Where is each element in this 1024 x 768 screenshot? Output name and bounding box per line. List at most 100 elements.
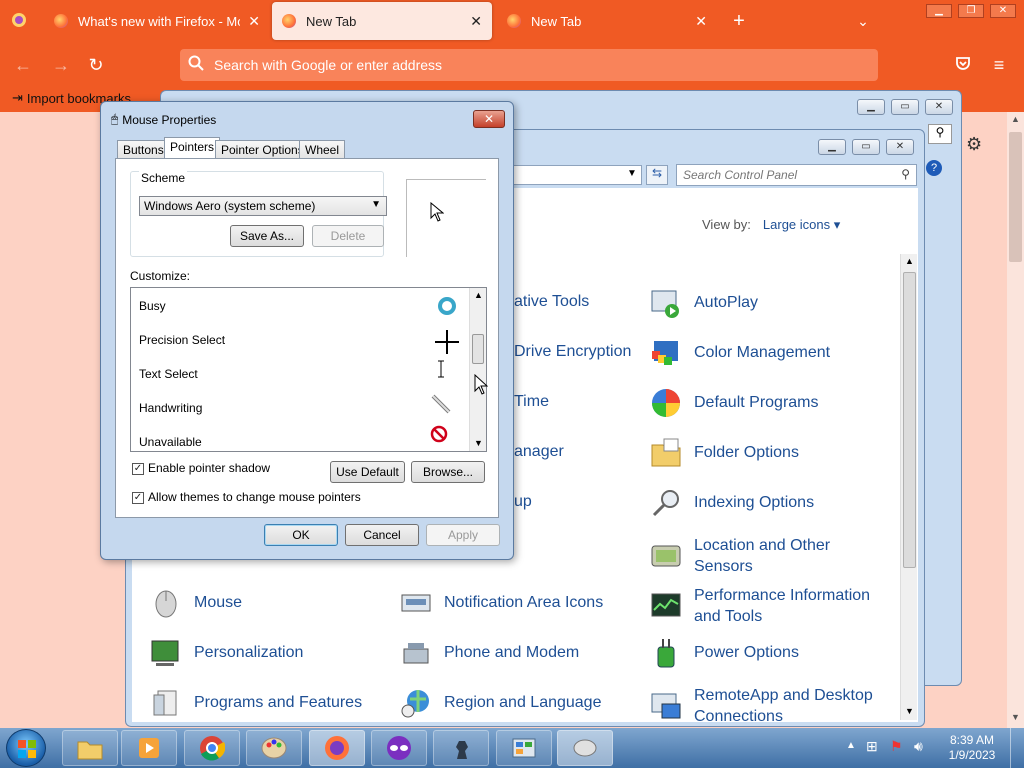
list-item[interactable]: Precision Select: [139, 333, 225, 347]
close-tab-icon[interactable]: ✕: [470, 13, 482, 30]
cp-item-homegroup[interactable]: up: [514, 493, 532, 511]
settings-gear-icon[interactable]: ⚙: [966, 134, 982, 155]
list-item[interactable]: Handwriting: [139, 401, 202, 415]
maximize-button[interactable]: ▭: [891, 99, 919, 115]
tab-buttons[interactable]: Buttons: [117, 140, 170, 158]
cp-item-autoplay[interactable]: AutoPlay: [650, 287, 758, 319]
enable-shadow-checkbox[interactable]: ✓: [132, 463, 144, 475]
cp-item-default-programs[interactable]: Default Programs: [650, 387, 819, 419]
close-tab-icon[interactable]: ✕: [248, 13, 260, 30]
scroll-up-icon[interactable]: ▲: [1011, 114, 1020, 124]
apply-button[interactable]: Apply: [426, 524, 500, 546]
cp-item-power-options[interactable]: Power Options: [650, 637, 799, 669]
cp-item-color-management[interactable]: Color Management: [650, 337, 830, 369]
cp-item-bitlocker[interactable]: Drive Encryption: [514, 343, 631, 361]
use-default-button[interactable]: Use Default: [330, 461, 405, 483]
taskbar-private-browsing[interactable]: [371, 730, 427, 766]
taskbar-chess[interactable]: [433, 730, 489, 766]
cp-item-region-and-language[interactable]: Region and Language: [400, 687, 601, 719]
close-button[interactable]: ✕: [886, 139, 914, 155]
list-item[interactable]: Unavailable: [139, 435, 202, 449]
browse-button[interactable]: Browse...: [411, 461, 485, 483]
cp-item-performance[interactable]: Performance Information and Tools: [650, 585, 884, 627]
help-icon[interactable]: ?: [926, 160, 942, 176]
tab-wheel[interactable]: Wheel: [299, 140, 346, 158]
cp-item-notification-area-icons[interactable]: Notification Area Icons: [400, 587, 603, 619]
close-tab-icon[interactable]: ✕: [695, 13, 707, 30]
taskbar-firefox[interactable]: [309, 730, 365, 766]
list-item[interactable]: Text Select: [139, 367, 198, 381]
taskbar-chrome[interactable]: [184, 730, 240, 766]
search-control-panel-input[interactable]: Search Control Panel ⚲: [676, 164, 917, 186]
cp-item-phone-and-modem[interactable]: Phone and Modem: [400, 637, 579, 669]
cp-item-location-sensors[interactable]: Location and Other Sensors: [650, 535, 844, 577]
taskbar-control-panel[interactable]: [496, 730, 552, 766]
scroll-thumb[interactable]: [472, 334, 484, 364]
search-icon[interactable]: ⚲: [928, 124, 952, 144]
cp-item-programs-features[interactable]: Programs and Features: [150, 687, 362, 719]
view-by-dropdown[interactable]: Large icons ▾: [763, 217, 840, 233]
tab-new-tab-active[interactable]: New Tab ✕: [272, 2, 492, 40]
scroll-down-icon[interactable]: ▼: [1011, 712, 1020, 722]
show-hidden-icons[interactable]: ▲: [846, 740, 856, 751]
cancel-button[interactable]: Cancel: [345, 524, 419, 546]
scroll-thumb[interactable]: [903, 272, 916, 568]
scroll-down-icon[interactable]: ▼: [474, 438, 483, 448]
address-bar[interactable]: Search with Google or enter address: [180, 49, 878, 81]
taskbar-explorer[interactable]: [62, 730, 118, 766]
cp-item-administrative-tools[interactable]: ative Tools: [514, 293, 589, 311]
cp-item-date-time[interactable]: Time: [514, 393, 549, 411]
minimize-button[interactable]: ▁: [857, 99, 885, 115]
allow-themes-checkbox[interactable]: ✓: [132, 492, 144, 504]
restore-button[interactable]: ❐: [958, 4, 984, 18]
address-path[interactable]: ▼: [506, 165, 642, 185]
list-scrollbar[interactable]: ▲ ▼: [469, 288, 486, 451]
show-desktop-button[interactable]: [1010, 728, 1024, 768]
delete-button[interactable]: Delete: [312, 225, 384, 247]
ok-button[interactable]: OK: [264, 524, 338, 546]
reload-icon[interactable]: ↻: [85, 54, 107, 76]
hamburger-menu-icon[interactable]: ≡: [988, 54, 1010, 76]
list-tabs-chevron-icon[interactable]: ⌄: [852, 10, 874, 32]
cp-item-personalization[interactable]: Personalization: [150, 637, 303, 669]
pointer-list[interactable]: Busy Precision Select Text Select Handwr…: [130, 287, 487, 452]
dialog-close-button[interactable]: ✕: [473, 110, 505, 128]
taskbar-media-player[interactable]: [121, 730, 177, 766]
firefox-menu-icon[interactable]: [8, 11, 30, 33]
minimize-button[interactable]: ▁: [926, 4, 952, 18]
new-tab-plus-icon[interactable]: +: [728, 10, 750, 32]
start-button[interactable]: [6, 729, 46, 767]
content-scrollbar[interactable]: ▲ ▼: [900, 254, 917, 720]
close-button[interactable]: ✕: [925, 99, 953, 115]
page-scrollbar[interactable]: ▲ ▼: [1007, 112, 1024, 728]
cp-item-device-manager[interactable]: anager: [514, 443, 564, 461]
scroll-up-icon[interactable]: ▲: [474, 290, 483, 300]
tab-whats-new[interactable]: What's new with Firefox - More ✕: [44, 2, 270, 40]
tab-pointers[interactable]: Pointers: [164, 137, 221, 159]
close-window-button[interactable]: ✕: [990, 4, 1016, 18]
tab-new-tab[interactable]: New Tab ✕: [497, 2, 717, 40]
minimize-button[interactable]: ▁: [818, 139, 846, 155]
scheme-select[interactable]: Windows Aero (system scheme) ▼: [139, 196, 387, 216]
maximize-button[interactable]: ▭: [852, 139, 880, 155]
scroll-thumb[interactable]: [1009, 132, 1022, 262]
cp-item-folder-options[interactable]: Folder Options: [650, 437, 799, 469]
back-arrow-icon[interactable]: ←: [12, 54, 34, 76]
cp-item-indexing-options[interactable]: Indexing Options: [650, 487, 814, 519]
action-center-flag-icon[interactable]: ⚑: [890, 738, 903, 755]
network-icon[interactable]: ⊞: [866, 738, 878, 755]
scroll-down-icon[interactable]: ▼: [905, 706, 914, 716]
tab-pointer-options[interactable]: Pointer Options: [215, 140, 310, 158]
cp-item-mouse[interactable]: Mouse: [150, 587, 242, 619]
taskbar-paint[interactable]: [246, 730, 302, 766]
list-item[interactable]: Busy: [139, 299, 166, 313]
cp-item-remoteapp[interactable]: RemoteApp and Desktop Connections: [650, 685, 884, 727]
volume-icon[interactable]: 🔊︎: [914, 738, 923, 755]
dropdown-arrow-icon[interactable]: ▼: [627, 168, 637, 179]
forward-arrow-icon[interactable]: →: [50, 54, 72, 76]
save-as-button[interactable]: Save As...: [230, 225, 304, 247]
scroll-up-icon[interactable]: ▲: [905, 256, 914, 266]
refresh-icon[interactable]: ⇆: [646, 165, 668, 185]
pocket-icon[interactable]: [952, 54, 974, 76]
clock[interactable]: 8:39 AM 1/9/2023: [942, 733, 1002, 763]
